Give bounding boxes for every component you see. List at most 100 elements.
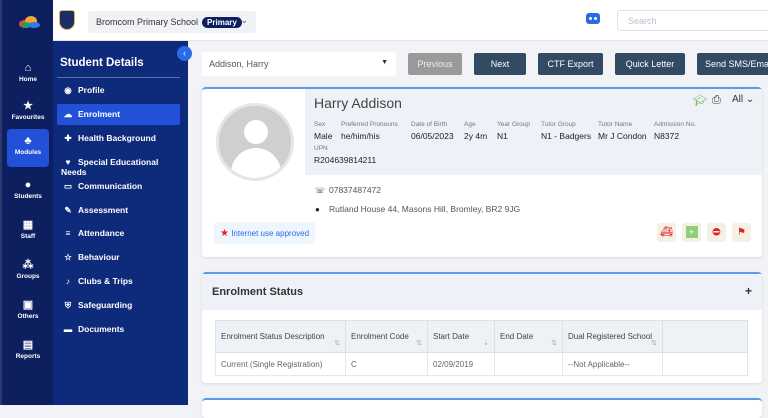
column-header[interactable]: Dual Registered School ⇅	[562, 320, 663, 353]
star-icon: ★	[23, 100, 33, 112]
student-info-panel: Harry Addison 🎓︎ ⎙ All ⌄ Sex Male Preferr…	[305, 89, 762, 175]
field-tutor-group: Tutor Group N1 - Badgers	[541, 121, 592, 141]
rail-students[interactable]: ● Students	[7, 173, 49, 211]
sort-icon: ⇅	[651, 340, 657, 347]
flag-icon[interactable]: ⚑	[732, 223, 751, 242]
ctf-export-button[interactable]: CTF Export	[538, 53, 603, 75]
assistant-bot-icon[interactable]	[586, 13, 600, 24]
sidebar-item-profile[interactable]: ◉ Profile	[57, 80, 180, 101]
phone-icon: ☏	[315, 186, 326, 195]
phone-number[interactable]: 07837487472	[329, 185, 381, 195]
sidebar-item-safeguarding[interactable]: ⛨ Safeguarding	[57, 295, 180, 316]
column-header[interactable]: End Date ⇅	[494, 320, 563, 353]
rail-groups[interactable]: ⁂ Groups	[7, 253, 49, 291]
sidebar-item-sen[interactable]: ♥ Special Educational Needs	[57, 152, 180, 177]
sidebar-item-communication[interactable]: ▭ Communication	[57, 176, 180, 197]
rail-label: Reports	[15, 353, 41, 360]
school-logo	[59, 10, 75, 30]
modules-icon: ♣	[24, 135, 32, 147]
internet-use-badge: ★ Internet use approved	[214, 222, 316, 244]
sort-icon: ⇅	[416, 340, 422, 347]
cell	[662, 352, 748, 376]
search-input[interactable]: Search	[617, 10, 768, 31]
enrolment-status-card: Enrolment Status + Enrolment Status Descr…	[202, 272, 762, 383]
column-header[interactable]: Enrolment Code ⇅	[345, 320, 428, 353]
column-header[interactable]: Enrolment Status Description ⇅	[215, 320, 346, 353]
address: Rutland House 44, Masons Hill, Bromley, …	[329, 204, 521, 214]
next-button[interactable]: Next	[474, 53, 526, 75]
cell: Current (Single Registration)	[215, 352, 346, 376]
field-admission-no: Admission No. N8372	[654, 121, 696, 141]
staff-icon: ▦	[22, 219, 34, 231]
top-bar: Bromcom Primary School Primary ⌄ Search	[53, 0, 768, 41]
quick-letter-button[interactable]: Quick Letter	[615, 53, 685, 75]
ambulance-icon[interactable]: 🚑︎	[657, 223, 676, 242]
shield-icon: ⛨	[64, 300, 72, 310]
sidebar-item-assessment[interactable]: ✎ Assessment	[57, 200, 180, 221]
sort-icon: ⇅	[551, 340, 557, 347]
student-icon: ●	[24, 179, 32, 191]
caret-down-icon: ▼	[381, 59, 388, 66]
field-upn: UPN R204639814211	[314, 145, 377, 165]
sidebar-item-label: Communication	[78, 181, 143, 191]
school-type-badge: Primary	[202, 17, 242, 28]
no-entry-icon[interactable]: ⛔︎	[707, 223, 726, 242]
print-icon[interactable]: ⎙	[712, 94, 721, 107]
sidebar-item-health[interactable]: ✚ Health Background	[57, 128, 180, 149]
chevron-down-icon: ⌄	[240, 15, 248, 25]
groups-icon: ⁂	[22, 259, 34, 271]
report-icon: ▤	[22, 339, 34, 351]
student-details-sidebar: Student Details ◉ Profile ☁ Enrolment ✚ Hea…	[53, 41, 188, 405]
collapse-sidebar-button[interactable]: ‹	[177, 46, 192, 61]
cell: 02/09/2019	[427, 352, 495, 376]
view-filter-dropdown[interactable]: All ⌄	[732, 94, 754, 105]
sort-desc-icon: ⇣	[483, 340, 489, 347]
address-row: ● Rutland House 44, Masons Hill, Bromley,…	[315, 204, 520, 214]
graduation-cap-icon[interactable]: 🎓︎	[693, 94, 707, 107]
rail-reports[interactable]: ▤ Reports	[7, 333, 49, 371]
rail-home[interactable]: ⌂ Home	[7, 56, 49, 94]
bromcom-logo	[19, 16, 40, 28]
sidebar-item-attendance[interactable]: ≡ Attendance	[57, 223, 180, 244]
phone-row: ☏ 07837487472	[315, 185, 381, 195]
home-icon: ⌂	[24, 62, 32, 74]
medical-plus-icon: ✚	[64, 133, 72, 143]
rail-staff[interactable]: ▦ Staff	[7, 213, 49, 251]
field-year-group: Year Group N1	[497, 121, 531, 141]
sidebar-item-enrolment[interactable]: ☁ Enrolment	[57, 104, 180, 125]
column-header[interactable]: Start Date ⇣	[427, 320, 495, 353]
add-icon[interactable]: +	[745, 284, 752, 298]
sidebar-item-label: Documents	[78, 324, 125, 334]
sidebar-item-label: Profile	[78, 85, 105, 95]
cell: --Not Applicable--	[562, 352, 663, 376]
student-selector[interactable]: Addison, Harry ▼	[202, 52, 396, 76]
rail-favourites[interactable]: ★ Favourites	[7, 94, 49, 132]
rail-modules[interactable]: ♣ Modules	[7, 129, 49, 167]
medical-plus-icon[interactable]: +	[682, 223, 701, 242]
table-row[interactable]: Current (Single Registration) C 02/09/20…	[215, 352, 748, 376]
cell	[494, 352, 563, 376]
rail-others[interactable]: ▣ Others	[7, 293, 49, 331]
field-pronouns: Preferred Pronouns he/him/his	[341, 121, 398, 141]
field-sex: Sex Male	[314, 121, 333, 141]
heart-icon: ♥	[65, 157, 71, 167]
music-note-icon: ♪	[65, 276, 71, 286]
sidebar-item-behaviour[interactable]: ☆ Behaviour	[57, 247, 180, 268]
app-rail: ⌂ Home ★ Favourites ♣ Modules ● Students ▦ St…	[0, 0, 53, 405]
rail-label: Groups	[16, 273, 40, 280]
school-selector[interactable]: Bromcom Primary School Primary ⌄	[88, 11, 256, 33]
map-pin-icon: ●	[315, 205, 320, 214]
others-icon: ▣	[22, 299, 34, 311]
sidebar-title: Student Details	[60, 57, 144, 69]
sidebar-item-documents[interactable]: ▬ Documents	[57, 319, 180, 340]
rail-label: Modules	[14, 149, 42, 156]
sidebar-item-label: Enrolment	[78, 109, 121, 119]
sidebar-item-label: Health Background	[78, 133, 156, 143]
school-name: Bromcom Primary School	[96, 17, 199, 27]
sidebar-item-clubs[interactable]: ♪ Clubs & Trips	[57, 271, 180, 292]
folder-icon: ▬	[63, 324, 73, 334]
send-sms-email-button[interactable]: Send SMS/Email	[697, 53, 768, 75]
user-circle-icon: ◉	[64, 85, 72, 95]
section-title: Enrolment Status	[212, 286, 304, 298]
previous-button[interactable]: Previous	[408, 53, 462, 75]
